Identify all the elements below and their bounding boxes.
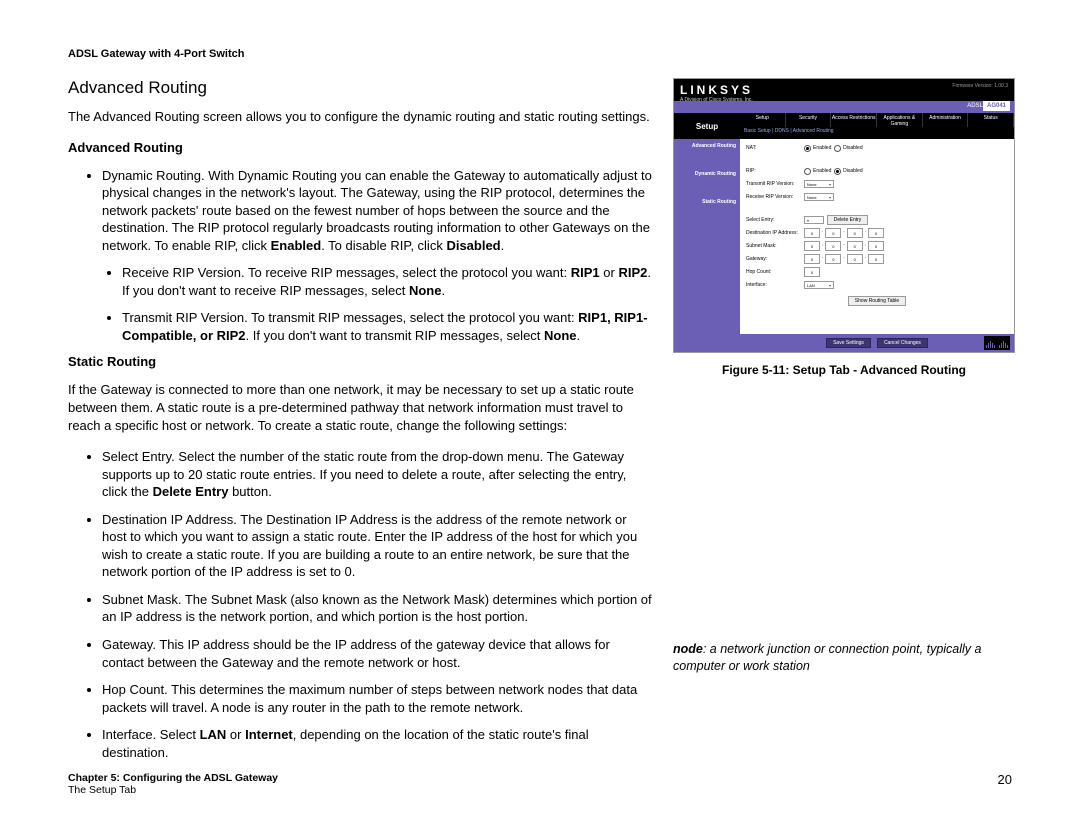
bullet-select-entry: Select Entry. Select the number of the s… xyxy=(102,448,653,501)
figure-wrap: LINKSYS A Division of Cisco Systems, Inc… xyxy=(673,78,1015,377)
cisco-logo-icon xyxy=(984,336,1010,350)
dest-label: Destination IP Address: xyxy=(746,230,804,236)
save-button[interactable]: Save Settings xyxy=(826,338,871,348)
bullet-subnet-mask: Subnet Mask. The Subnet Mask (also known… xyxy=(102,591,653,626)
tab-access[interactable]: Access Restrictions xyxy=(831,113,877,127)
bullet-receive-rip: Receive RIP Version. To receive RIP mess… xyxy=(122,264,653,299)
static-intro: If the Gateway is connected to more than… xyxy=(68,381,653,434)
gw-input[interactable]: 0.0.0.0 xyxy=(804,254,884,264)
side-static-routing: Static Routing xyxy=(674,199,736,205)
subtab-row: Basic Setup | DDNS | Advanced Routing xyxy=(740,127,1014,139)
select-entry-label: Select Entry: xyxy=(746,217,804,223)
page-number: 20 xyxy=(998,772,1012,787)
tab-apps[interactable]: Applications & Gaming xyxy=(877,113,923,127)
fig-sidebar: Advanced Routing Dynamic Routing Static … xyxy=(674,139,740,352)
show-routing-button[interactable]: Show Routing Table xyxy=(848,296,906,306)
main-content: Advanced Routing The Advanced Routing sc… xyxy=(68,78,653,771)
footer-section: The Setup Tab xyxy=(68,784,278,796)
tab-row: Setup Security Access Restrictions Appli… xyxy=(740,113,1014,127)
nat-enabled-label: Enabled xyxy=(813,145,831,151)
cancel-button[interactable]: Cancel Changes xyxy=(877,338,928,348)
section-heading-static: Static Routing xyxy=(68,354,653,369)
rip-enabled-radio[interactable] xyxy=(804,168,811,175)
definition-node: node: a network junction or connection p… xyxy=(673,641,1015,675)
banner: ADSL Gateway xyxy=(674,101,1014,113)
figure-screenshot: LINKSYS A Division of Cisco Systems, Inc… xyxy=(673,78,1015,353)
model-badge: AG041 xyxy=(983,101,1010,111)
bullet-dynamic-routing: Dynamic Routing. With Dynamic Routing yo… xyxy=(102,167,653,345)
bullet-transmit-rip: Transmit RIP Version. To transmit RIP me… xyxy=(122,309,653,344)
bullet-interface: Interface. Select LAN or Internet, depen… xyxy=(102,726,653,761)
fig-footer: Save Settings Cancel Changes xyxy=(740,334,1014,352)
tx-label: Transmit RIP Version: xyxy=(746,181,804,187)
intro-text: The Advanced Routing screen allows you t… xyxy=(68,108,653,126)
rx-label: Receive RIP Version: xyxy=(746,194,804,200)
rip-disabled-radio[interactable] xyxy=(834,168,841,175)
dest-ip-input[interactable]: 0.0.0.0 xyxy=(804,228,884,238)
mask-input[interactable]: 0.0.0.0 xyxy=(804,241,884,251)
rip-disabled-label: Disabled xyxy=(843,168,862,174)
tab-security[interactable]: Security xyxy=(786,113,832,127)
section-heading-advanced: Advanced Routing xyxy=(68,140,653,155)
tab-status[interactable]: Status xyxy=(968,113,1014,127)
hop-input[interactable]: 0 xyxy=(804,267,820,277)
nat-label: NAT: xyxy=(746,145,804,151)
page-footer: Chapter 5: Configuring the ADSL Gateway … xyxy=(68,772,1012,796)
side-adv-routing: Advanced Routing xyxy=(674,143,736,149)
side-dyn-routing: Dynamic Routing xyxy=(674,171,736,177)
delete-entry-button[interactable]: Delete Entry xyxy=(827,215,869,225)
figure-caption: Figure 5-11: Setup Tab - Advanced Routin… xyxy=(722,363,966,377)
nat-disabled-radio[interactable] xyxy=(834,145,841,152)
bullet-dest-ip: Destination IP Address. The Destination … xyxy=(102,511,653,581)
rip-label: RIP: xyxy=(746,168,804,174)
iface-select[interactable]: LAN xyxy=(804,281,834,289)
tab-main-label: Setup xyxy=(674,113,740,139)
bullet-gateway: Gateway. This IP address should be the I… xyxy=(102,636,653,671)
rip-enabled-label: Enabled xyxy=(813,168,831,174)
tab-admin[interactable]: Administration xyxy=(923,113,969,127)
firmware-version: Firmware Version: 1.00.3 xyxy=(952,83,1008,89)
mask-label: Subnet Mask: xyxy=(746,243,804,249)
bullet-hop-count: Hop Count. This determines the maximum n… xyxy=(102,681,653,716)
doc-header: ADSL Gateway with 4-Port Switch xyxy=(68,48,1012,60)
nat-enabled-radio[interactable] xyxy=(804,145,811,152)
nat-disabled-label: Disabled xyxy=(843,145,862,151)
fig-content: NAT: Enabled Disabled RIP: xyxy=(740,139,1014,352)
footer-chapter: Chapter 5: Configuring the ADSL Gateway xyxy=(68,772,278,784)
gw-label: Gateway: xyxy=(746,256,804,262)
hop-label: Hop Count: xyxy=(746,269,804,275)
iface-label: Interface: xyxy=(746,282,804,288)
rx-select[interactable]: None xyxy=(804,193,834,201)
select-entry[interactable] xyxy=(804,216,824,224)
tx-select[interactable]: None xyxy=(804,180,834,188)
page-title: Advanced Routing xyxy=(68,78,653,98)
tab-setup[interactable]: Setup xyxy=(740,113,786,127)
